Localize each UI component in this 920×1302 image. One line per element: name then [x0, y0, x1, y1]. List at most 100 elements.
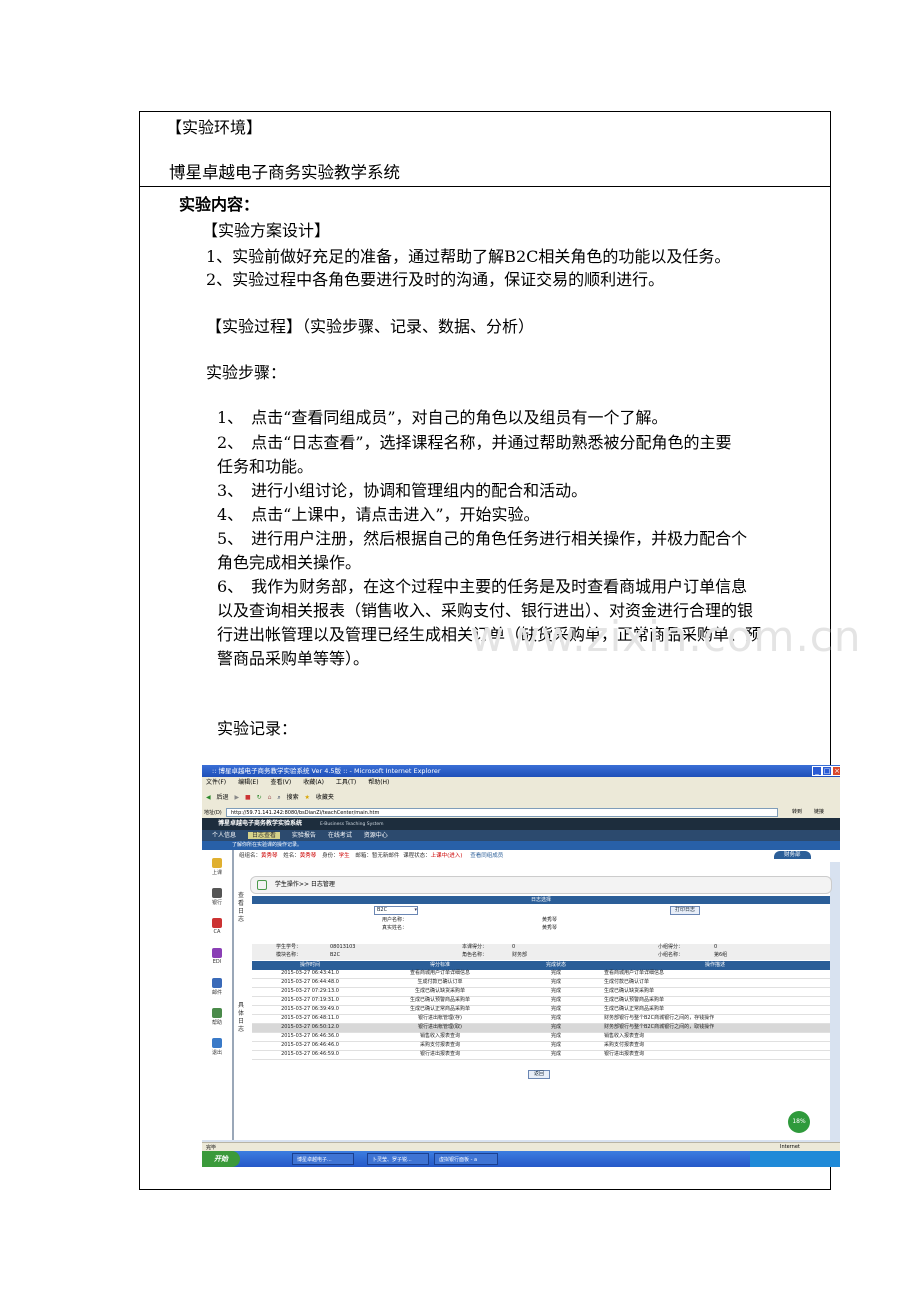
refresh-icon[interactable]: ↻ [257, 789, 262, 807]
side-class[interactable]: 上课 [202, 858, 232, 876]
user-label: 用户名称： [382, 917, 408, 923]
stop-icon[interactable]: ■ [245, 789, 251, 807]
table-row: 2015-03-27 06:39:49.0 生成已确认正常商品采购单 完成 生成已确认… [252, 1006, 830, 1015]
nav-resources[interactable]: 资源中心 [364, 832, 388, 839]
table-cell: 完成 [550, 1033, 561, 1039]
back-icon[interactable]: ◀ [206, 789, 211, 807]
mail-value[interactable]: 暂无新邮件 [372, 853, 400, 859]
address-label: 地址(D) [204, 810, 222, 816]
detail-log-tab[interactable]: 具体日志 [236, 1002, 246, 1034]
step-line: 警商品采购单等等）。 [217, 649, 370, 668]
table-row: 2015-03-27 06:46:59.0 银行进出报表查询 完成 银行进出报表查询 [252, 1051, 830, 1060]
name-label: 姓名： [283, 853, 300, 859]
student-no: 08013103 [330, 944, 356, 950]
nav-report[interactable]: 实验报告 [292, 832, 316, 839]
menu-file[interactable]: 文件(F) [206, 779, 226, 786]
menu-bar: 文件(F) 编辑(E) 查看(V) 收藏(A) 工具(T) 帮助(H) [202, 777, 840, 789]
search-button[interactable]: 搜索 [287, 789, 299, 807]
chevron-down-icon: ▾ [414, 907, 417, 913]
nav-profile[interactable]: 个人信息 [212, 832, 236, 839]
table-cell: 2015-03-27 06:46:46.0 [281, 1042, 339, 1048]
ca-icon [212, 918, 222, 928]
step-line: 5、 进行用户注册，然后根据自己的角色任务进行相关操作，并极力配合个 [217, 529, 748, 548]
group-label: 组组名： [239, 853, 262, 859]
group-score-label: 小组得分： [658, 944, 684, 950]
close-icon[interactable]: × [832, 766, 840, 776]
print-log-button[interactable]: 打印日志 [670, 906, 700, 915]
log-icon [257, 879, 267, 890]
table-cell: 银行进出报表查询 [419, 1051, 460, 1057]
table-cell: 银行进出帐管理(存) [418, 1015, 462, 1021]
task-item[interactable]: 博星卓越电子... [292, 1153, 354, 1165]
menu-favorites[interactable]: 收藏(A) [303, 779, 324, 786]
group-members-link[interactable]: 查看同组成员 [470, 853, 503, 859]
course-select[interactable]: B2C ▾ [374, 906, 418, 915]
group-name-label: 小组名称： [658, 952, 684, 958]
breadcrumb: 学生操作>> 日志管理 [274, 881, 335, 888]
system-tray [750, 1151, 840, 1167]
select-header: 日志选择 [252, 896, 830, 904]
course-enter-link[interactable]: 上课中(进入) [431, 853, 463, 859]
role-name-value: 财务部 [512, 952, 528, 958]
embedded-screenshot: :: 博星卓越电子商务教学实验系统 Ver 4.5版 :: - Microsof… [202, 765, 840, 1167]
table-cell: 财务部银行与整个B2C商城银行之间的，取钱操作 [604, 1024, 715, 1030]
module-value: B2C [330, 952, 341, 958]
nav-log[interactable]: 日志查看 [247, 832, 280, 839]
address-bar: 地址(D) http://59.71.141.242:8080/bsDianZi… [202, 807, 840, 818]
nav-exam[interactable]: 在线考试 [328, 832, 352, 839]
group-value: 黄秀琴 [261, 853, 278, 859]
start-button[interactable]: 开始 [202, 1151, 240, 1167]
table-cell: 生成已确认缺货采购单 [414, 988, 465, 994]
table-cell: 完成 [550, 970, 561, 976]
address-input[interactable]: http://59.71.141.242:8080/bsDianZi/teach… [226, 808, 778, 817]
table-cell: 生成付款已确认订单 [604, 979, 650, 985]
forward-icon[interactable]: ▶ [234, 789, 239, 807]
table-cell: 完成 [550, 1006, 561, 1012]
table-cell: 生成已确认缺货采购单 [604, 988, 655, 994]
minimize-icon[interactable]: _ [812, 766, 822, 776]
favorites-button[interactable]: 收藏夹 [316, 789, 334, 807]
side-exit[interactable]: 退出 [202, 1038, 232, 1056]
table-cell: 银行进出帐管理(取) [418, 1024, 462, 1030]
name-value: 黄秀琴 [299, 853, 317, 859]
app-subtitle: E-Business Teaching System [319, 822, 384, 827]
links-label[interactable]: 链接 [814, 807, 824, 818]
role-tab[interactable]: 财务部 [774, 851, 811, 859]
table-row: 2015-03-27 06:46:46.0 采购支付报表查询 完成 采购支付报表查询 [252, 1042, 830, 1051]
menu-help[interactable]: 帮助(H) [368, 779, 389, 786]
table-cell: 采购支付报表查询 [419, 1042, 460, 1048]
app-header: 博星卓越电子商务教学实验系统 E-Business Teaching Syste… [202, 818, 840, 830]
view-log-tab[interactable]: 查看日志 [236, 892, 246, 924]
log-table-header: 操作时间 得分标准 完成状态 操作描述 [252, 961, 830, 970]
design-item: 1、实验前做好充足的准备，通过帮助了解B2C相关角色的功能以及任务。 [206, 247, 731, 266]
task-item[interactable]: 卜灵莹、罗子锐... [367, 1153, 429, 1165]
table-row: 2015-03-27 07:29:13.0 生成已确认缺货采购单 完成 生成已确认缺货… [252, 988, 830, 997]
side-ca[interactable]: CA [202, 918, 232, 935]
favorites-icon[interactable]: ★ [305, 789, 310, 807]
step-line: 6、 我作为财务部，在这个过程中主要的任务是及时查看商城用户订单信息 [217, 577, 748, 596]
watermark: www.zixin.com.cn [470, 612, 862, 661]
table-cell: 2015-03-27 06:50:12.0 [281, 1024, 339, 1030]
side-mail[interactable]: 邮件 [202, 978, 232, 996]
maximize-icon[interactable]: □ [822, 766, 832, 776]
go-button[interactable]: 转到 [792, 807, 802, 818]
process-heading: 【实验过程】（实验步骤、记录、数据、分析） [206, 317, 535, 336]
side-bank[interactable]: 银行 [202, 888, 232, 906]
mail-icon [212, 978, 222, 988]
side-help[interactable]: 帮助 [202, 1008, 232, 1026]
back-button[interactable]: 后退 [217, 789, 229, 807]
col-time: 操作时间 [299, 962, 320, 968]
menu-tools[interactable]: 工具(T) [336, 779, 356, 786]
back-to-list-button[interactable]: 返回 [528, 1070, 550, 1079]
log-main: 查看日志 具体日志 学生操作>> 日志管理 日志选择 B2C ▾ 打印日志 用户名… [234, 862, 832, 1140]
menu-view[interactable]: 查看(V) [270, 779, 291, 786]
task-item[interactable]: 虚拟银行面板 - a [434, 1153, 498, 1165]
bank-icon [212, 888, 222, 898]
app-nav: 个人信息 日志查看 实验报告 在线考试 资源中心 [202, 830, 840, 841]
menu-edit[interactable]: 编辑(E) [238, 779, 258, 786]
search-icon[interactable]: ⌕ [277, 789, 280, 807]
table-cell: 生成已确认正常商品采购单 [409, 1006, 470, 1012]
side-edi[interactable]: EDI [202, 948, 232, 965]
home-icon[interactable]: ⌂ [268, 789, 272, 807]
table-cell: 银行进出报表查询 [604, 1051, 645, 1057]
